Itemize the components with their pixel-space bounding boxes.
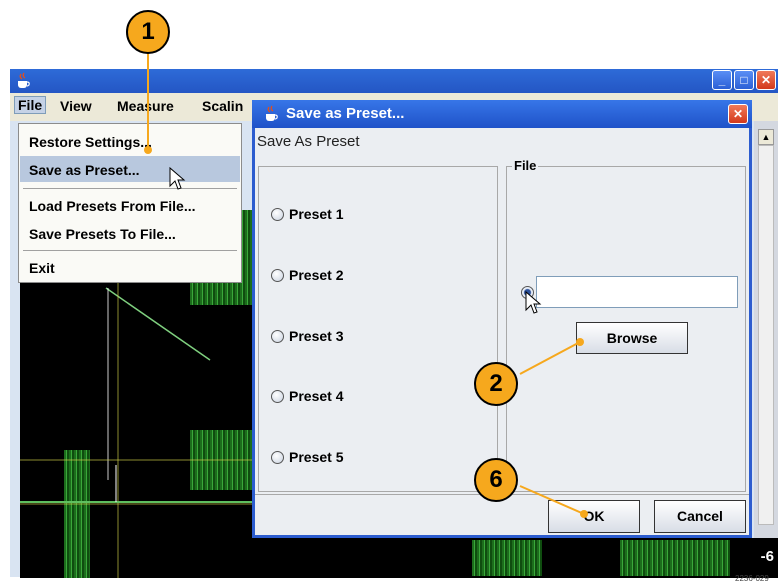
callout-2: 2	[474, 362, 518, 406]
callout-leader-lines	[144, 52, 588, 518]
callout-1: 1	[126, 10, 170, 54]
figure-reference: 2236-029	[735, 574, 769, 583]
callout-6: 6	[474, 458, 518, 502]
